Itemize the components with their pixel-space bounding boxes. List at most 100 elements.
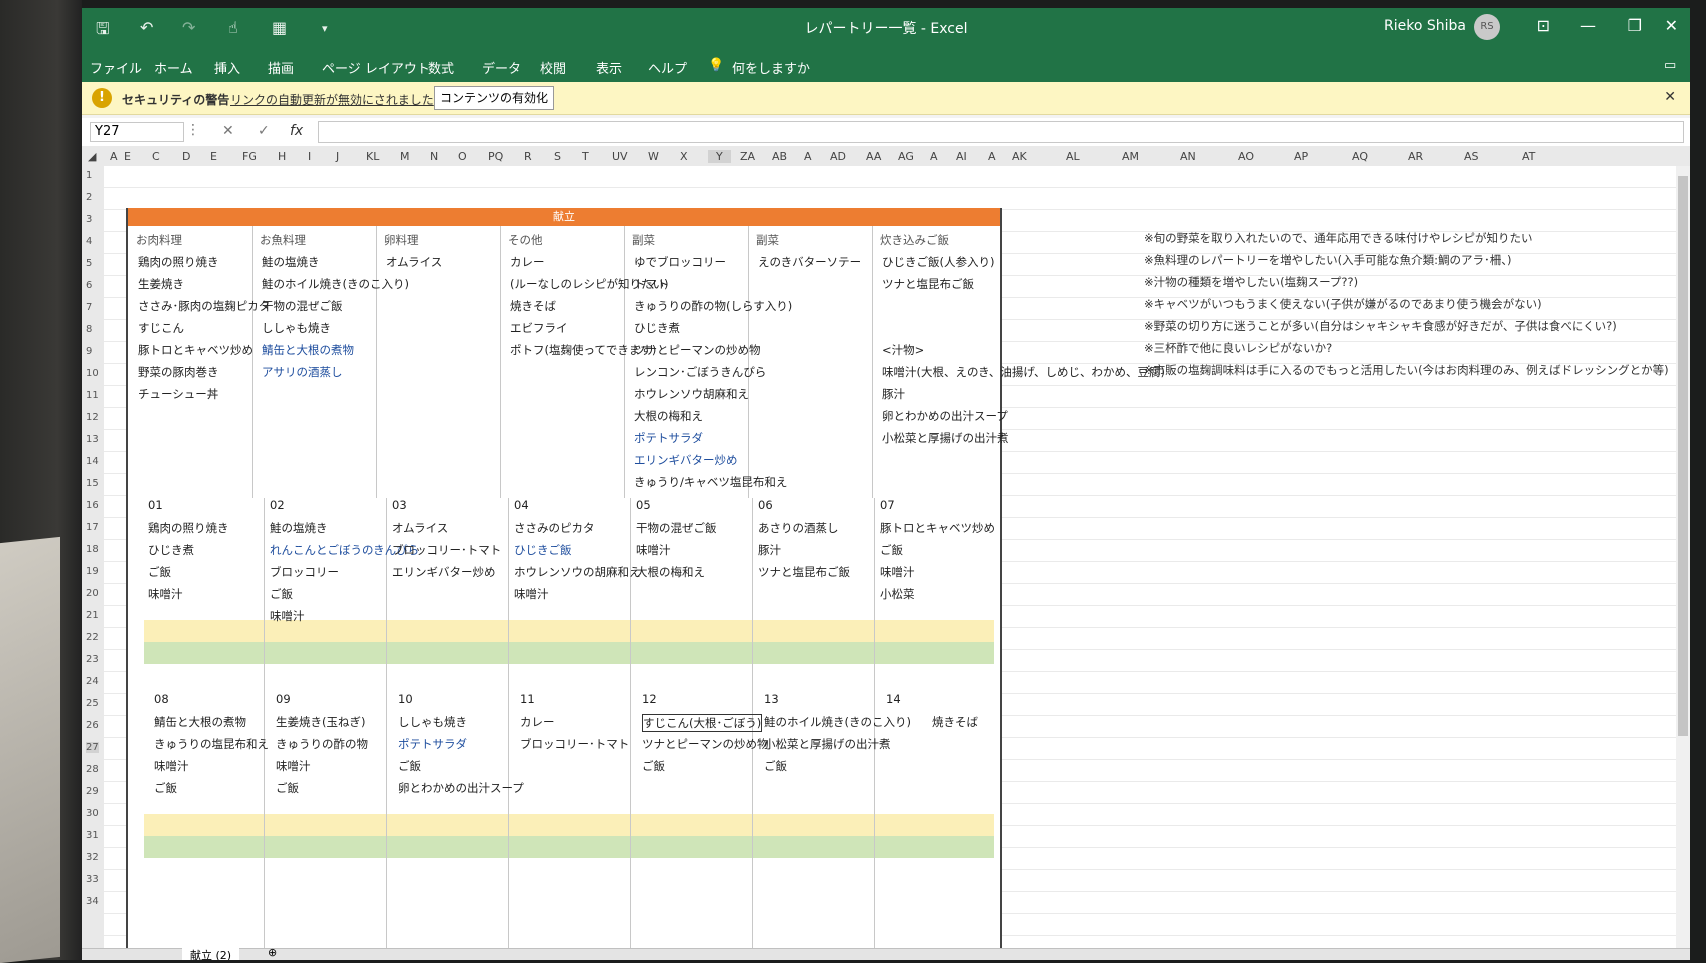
row-number[interactable]: 4 bbox=[86, 236, 92, 247]
tab-file[interactable]: ファイル bbox=[90, 58, 142, 77]
formula-input[interactable] bbox=[318, 121, 1684, 143]
row-number[interactable]: 34 bbox=[86, 896, 99, 907]
day-cell[interactable]: 鮭のホイル焼き(きのこ入り) bbox=[764, 714, 911, 730]
col-header[interactable]: AI bbox=[956, 150, 967, 163]
col-header[interactable]: AL bbox=[1066, 150, 1080, 163]
col-header[interactable]: T bbox=[582, 150, 589, 163]
lightbulb-icon[interactable]: 💡 bbox=[708, 58, 724, 73]
menu-cell[interactable]: ツナとピーマンの炒め物 bbox=[634, 342, 761, 358]
day-cell[interactable]: 卵とわかめの出汁スープ bbox=[398, 780, 524, 796]
day-cell[interactable]: 大根の梅和え bbox=[636, 564, 705, 580]
row-number[interactable]: 26 bbox=[86, 720, 99, 731]
day-cell[interactable]: ご飯 bbox=[642, 758, 665, 774]
row-number[interactable]: 13 bbox=[86, 434, 99, 445]
category-header[interactable]: その他 bbox=[508, 232, 543, 248]
note-cell[interactable]: ※市販の塩麹調味料は手に入るのでもっと活用したい(今はお肉料理のみ、例えばドレッ… bbox=[1144, 362, 1669, 378]
col-header[interactable]: A bbox=[988, 150, 996, 163]
day-cell[interactable]: カレー bbox=[520, 714, 555, 730]
day-number[interactable]: 05 bbox=[636, 498, 651, 512]
col-header[interactable]: AK bbox=[1012, 150, 1027, 163]
vertical-scrollbar[interactable] bbox=[1676, 166, 1690, 948]
minimize-icon[interactable]: — bbox=[1580, 16, 1596, 35]
day-cell[interactable]: 小松菜 bbox=[880, 586, 915, 602]
menu-cell[interactable]: ししゃも焼き bbox=[262, 320, 331, 336]
category-header[interactable]: 卵料理 bbox=[384, 232, 419, 248]
row-number[interactable]: 14 bbox=[86, 456, 99, 467]
col-header[interactable]: ZA bbox=[740, 150, 755, 163]
day-cell[interactable]: ご飯 bbox=[154, 780, 177, 796]
col-header[interactable]: R bbox=[524, 150, 532, 163]
menu-cell[interactable]: 卵とわかめの出汁スープ bbox=[882, 408, 1008, 424]
col-header[interactable]: N bbox=[430, 150, 438, 163]
day-cell[interactable]: ご飯 bbox=[398, 758, 421, 774]
day-cell[interactable]: 味噌汁 bbox=[880, 564, 915, 580]
col-header-selected[interactable]: Y bbox=[708, 150, 731, 163]
tab-insert[interactable]: 挿入 bbox=[214, 58, 240, 77]
menu-cell[interactable]: カレー bbox=[510, 254, 545, 270]
day-cell[interactable]: ひじきご飯 bbox=[514, 542, 572, 558]
row-number[interactable]: 3 bbox=[86, 214, 92, 225]
day-number[interactable]: 13 bbox=[764, 692, 779, 706]
day-cell[interactable]: ししゃも焼き bbox=[398, 714, 467, 730]
name-box[interactable]: Y27 bbox=[90, 122, 184, 142]
day-cell[interactable]: 焼きそば bbox=[932, 714, 978, 730]
day-cell[interactable]: きゅうりの酢の物 bbox=[276, 736, 368, 752]
day-cell[interactable]: 味噌汁 bbox=[514, 586, 549, 602]
day-cell[interactable]: 味噌汁 bbox=[270, 608, 305, 624]
row-number[interactable]: 22 bbox=[86, 632, 99, 643]
day-cell[interactable]: あさりの酒蒸し bbox=[758, 520, 839, 536]
add-sheet-icon[interactable]: ⊕ bbox=[268, 946, 277, 959]
col-header[interactable]: S bbox=[554, 150, 561, 163]
row-number[interactable]: 15 bbox=[86, 478, 99, 489]
menu-cell[interactable]: 鯖缶と大根の煮物 bbox=[262, 342, 354, 358]
day-number[interactable]: 07 bbox=[880, 498, 895, 512]
row-number[interactable]: 5 bbox=[86, 258, 92, 269]
col-header[interactable]: H bbox=[278, 150, 286, 163]
name-box-dropdown-icon[interactable]: ⋮ bbox=[186, 122, 200, 138]
col-header[interactable]: AA bbox=[866, 150, 881, 163]
menu-cell[interactable]: 鮭の塩焼き bbox=[262, 254, 320, 270]
tell-me-search[interactable]: 何をしますか bbox=[732, 58, 810, 77]
day-cell[interactable]: ブロッコリー･トマト bbox=[392, 542, 501, 558]
day-cell[interactable]: きゅうりの塩昆布和え bbox=[154, 736, 269, 752]
note-cell[interactable]: ※旬の野菜を取り入れたいので、通年応用できる味付けやレシピが知りたい bbox=[1144, 230, 1532, 246]
col-header[interactable]: AM bbox=[1122, 150, 1139, 163]
menu-cell[interactable]: きゅうりの酢の物(しらす入り) bbox=[634, 298, 792, 314]
note-cell[interactable]: ※汁物の種類を増やしたい(塩麹スープ??) bbox=[1144, 274, 1358, 290]
col-header[interactable]: A bbox=[110, 150, 118, 163]
col-header[interactable]: W bbox=[648, 150, 659, 163]
day-cell[interactable]: 生姜焼き(玉ねぎ) bbox=[276, 714, 365, 730]
col-header[interactable]: D bbox=[182, 150, 190, 163]
insert-function-icon[interactable]: fx bbox=[290, 123, 303, 139]
col-header[interactable]: A bbox=[804, 150, 812, 163]
row-number[interactable]: 28 bbox=[86, 764, 99, 775]
menu-cell[interactable]: 大根の梅和え bbox=[634, 408, 703, 424]
menu-cell[interactable]: ひじきご飯(人参入り) bbox=[882, 254, 994, 270]
col-header[interactable]: AQ bbox=[1352, 150, 1368, 163]
col-header[interactable]: A bbox=[930, 150, 938, 163]
ribbon-display-icon[interactable]: ⊡ bbox=[1537, 16, 1550, 35]
day-cell[interactable]: 味噌汁 bbox=[148, 586, 183, 602]
row-number[interactable]: 18 bbox=[86, 544, 99, 555]
col-header[interactable]: M bbox=[400, 150, 410, 163]
col-header[interactable]: KL bbox=[366, 150, 379, 163]
menu-cell[interactable]: レンコン･ごぼうきんぴら bbox=[634, 364, 766, 380]
day-cell[interactable]: ささみのピカタ bbox=[514, 520, 595, 536]
col-header[interactable]: O bbox=[458, 150, 467, 163]
menu-cell[interactable]: 小松菜と厚揚げの出汁煮 bbox=[882, 430, 1009, 446]
row-number[interactable]: 30 bbox=[86, 808, 99, 819]
day-cell[interactable]: 豚トロとキャベツ炒め bbox=[880, 520, 995, 536]
tab-draw[interactable]: 描画 bbox=[268, 58, 294, 77]
col-header[interactable]: AO bbox=[1238, 150, 1254, 163]
col-header[interactable]: FG bbox=[242, 150, 257, 163]
day-number[interactable]: 03 bbox=[392, 498, 407, 512]
row-number[interactable]: 8 bbox=[86, 324, 92, 335]
day-cell[interactable]: エリンギバター炒め bbox=[392, 564, 496, 580]
menu-cell[interactable]: きゅうり/キャベツ塩昆布和え bbox=[634, 474, 787, 490]
day-cell[interactable]: ツナと塩昆布ご飯 bbox=[758, 564, 850, 580]
day-cell[interactable]: ホウレンソウの胡麻和え bbox=[514, 564, 641, 580]
row-number[interactable]: 17 bbox=[86, 522, 99, 533]
day-cell[interactable]: 味噌汁 bbox=[636, 542, 671, 558]
menu-cell[interactable]: 鶏肉の照り焼き bbox=[138, 254, 219, 270]
col-header[interactable]: C bbox=[152, 150, 160, 163]
